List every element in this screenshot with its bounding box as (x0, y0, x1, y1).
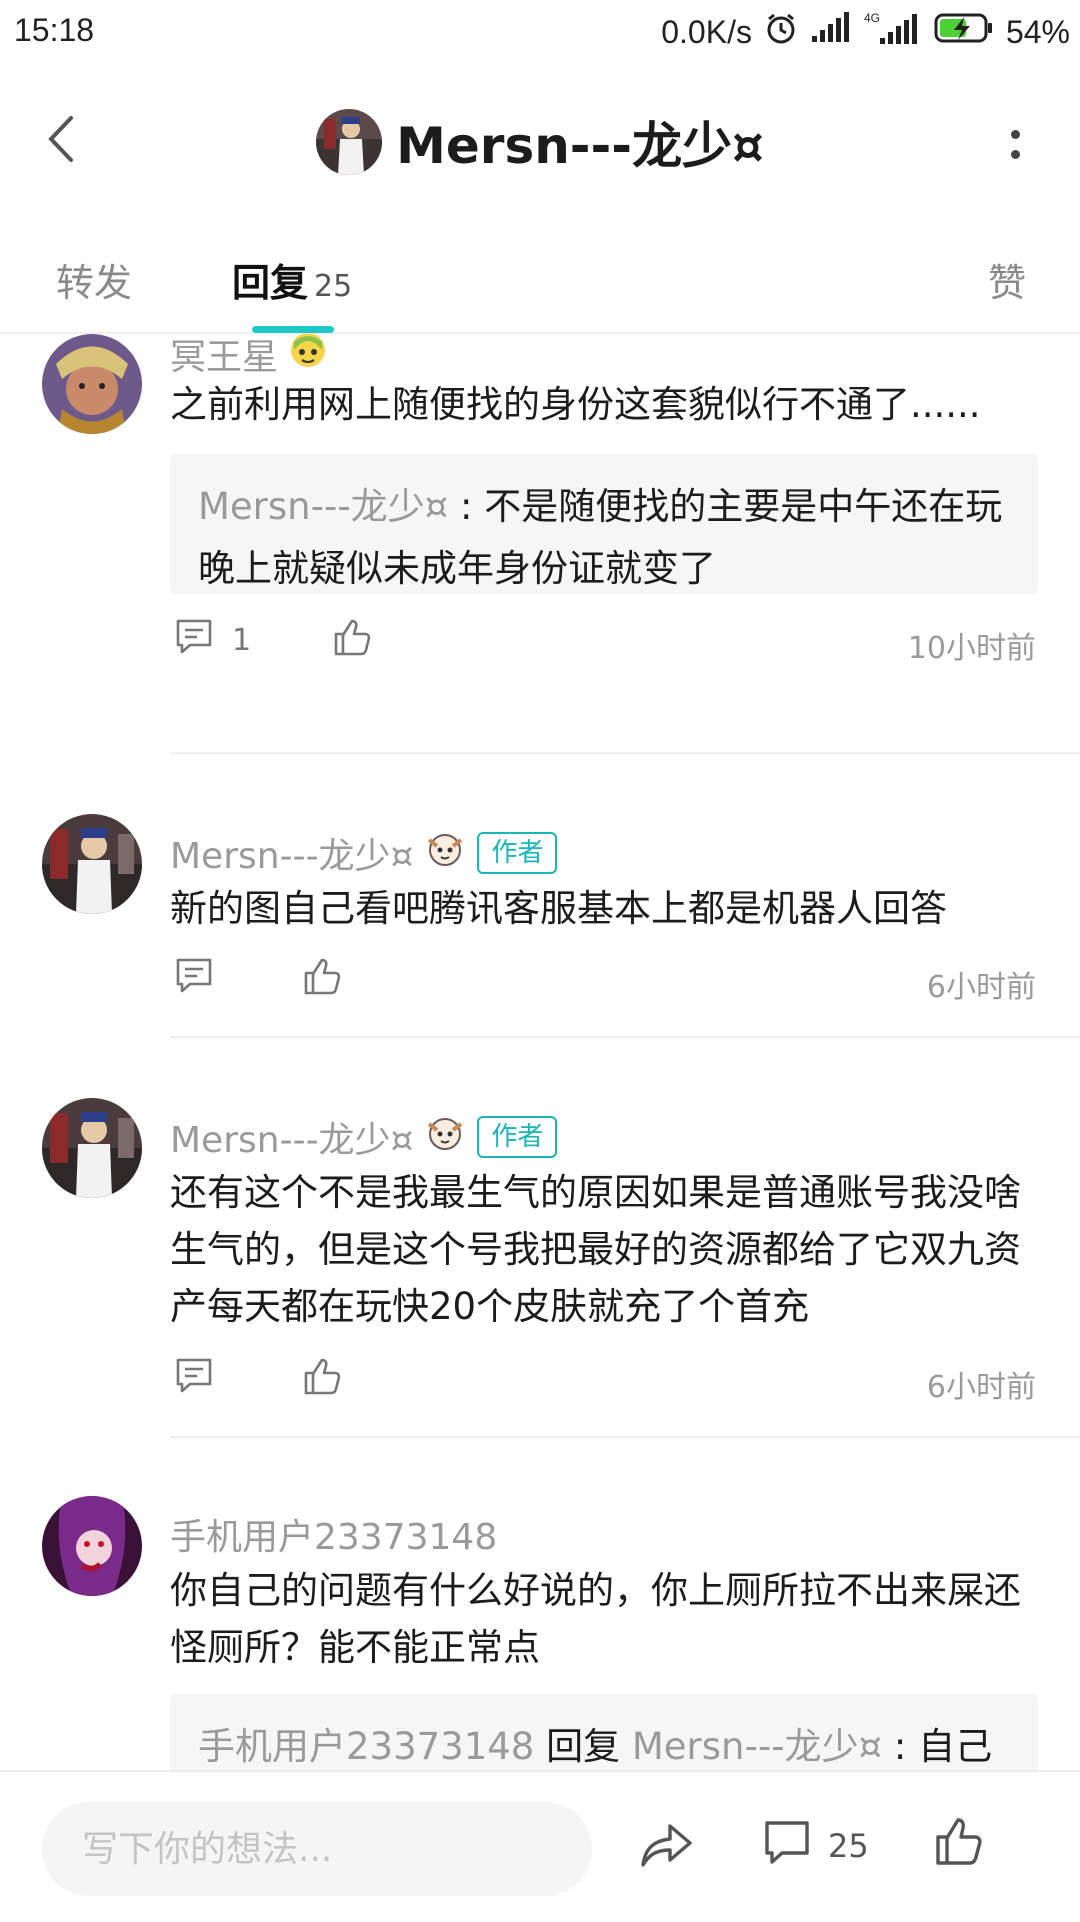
header-title-group[interactable]: Mersn---龙少¤ (0, 106, 1080, 178)
comment-icon (174, 617, 214, 663)
header: Mersn---龙少¤ (0, 66, 1080, 216)
signal-4g-icon: 4G (862, 10, 922, 54)
more-vertical-icon (1010, 129, 1020, 159)
like-button[interactable] (302, 956, 342, 1000)
bottom-bar: 25 (0, 1770, 1080, 1922)
user-badge-icon (423, 826, 467, 879)
comment-icon (762, 1818, 812, 1874)
reply-quote[interactable]: Mersn---龙少¤ : 不是随便找的主要是中午还在玩晚上就疑似未成年身份证就… (170, 454, 1038, 594)
tab-bar: 转发 回复 25 赞 (0, 216, 1080, 334)
comment-input-wrapper[interactable] (42, 1802, 592, 1896)
thumbs-up-icon (934, 1818, 984, 1870)
comment-author[interactable]: 手机用户23373148 (170, 1508, 497, 1560)
tab-forward[interactable]: 转发 (56, 252, 132, 307)
status-time: 15:18 (14, 12, 95, 48)
like-button[interactable] (332, 617, 372, 661)
comment-text: 你自己的问题有什么好说的，你上厕所拉不出来屎还怪厕所？能不能正常点 (170, 1569, 1021, 1669)
quote-author[interactable]: 手机用户23373148 (198, 1725, 534, 1768)
like-button[interactable] (302, 1356, 342, 1400)
comments-button[interactable]: 25 (762, 1818, 869, 1874)
quote-reply-word: 回复 (534, 1725, 632, 1768)
tab-reply-label: 回复 (232, 261, 309, 305)
avatar[interactable] (42, 334, 142, 434)
comment-time: 6小时前 (926, 970, 1036, 1005)
comment-time: 6小时前 (926, 1370, 1036, 1405)
comment-author-name: 手机用户23373148 (170, 1517, 498, 1558)
comment-actions: 6小时前 (170, 956, 1040, 1006)
thumbs-up-icon (332, 619, 372, 661)
reply-count: 1 (232, 622, 252, 658)
quote-target[interactable]: Mersn---龙少¤ (632, 1725, 882, 1768)
page-title: Mersn---龙少¤ (396, 117, 764, 175)
comment-author-name: Mersn---龙少¤ (170, 835, 414, 877)
network-type-label: 4G (864, 11, 880, 25)
comment-author[interactable]: Mersn---龙少¤ 作者 (170, 1110, 558, 1163)
comment-text: 新的图自己看吧腾讯客服基本上都是机器人回答 (170, 887, 947, 930)
status-bar: 15:18 0.0K/s 4G 54% (0, 0, 1080, 66)
quote-separator: : (448, 485, 485, 528)
comment-list: 冥王星 之前利用网上随便找的身份这套貌似行不通了...... Mersn---龙… (0, 334, 1080, 1770)
comment-text: 还有这个不是我最生气的原因如果是普通账号我没啥生气的，但是这个号我把最好的资源都… (170, 1171, 1021, 1328)
avatar[interactable] (316, 109, 383, 175)
alarm-icon (764, 11, 798, 53)
battery-charging-icon (934, 11, 994, 53)
author-badge: 作者 (477, 1115, 558, 1158)
quote-text: 自己 (918, 1725, 993, 1768)
tab-like[interactable]: 赞 (988, 252, 1026, 307)
user-badge-icon (423, 1110, 467, 1163)
thumbs-up-icon (302, 1358, 342, 1400)
tab-indicator (252, 326, 334, 333)
comment-icon (174, 1356, 214, 1402)
comment-item: 手机用户23373148 你自己的问题有什么好说的，你上厕所拉不出来屎还怪厕所？… (0, 1438, 1080, 1770)
comment-time: 10小时前 (907, 631, 1036, 666)
reply-button[interactable] (174, 1356, 214, 1402)
comment-actions: 1 10小时前 (170, 617, 1040, 667)
quote-separator: : (882, 1725, 919, 1768)
tab-reply[interactable]: 回复 25 (232, 252, 352, 307)
comment-text: 之前利用网上随便找的身份这套貌似行不通了...... (170, 383, 981, 426)
author-badge: 作者 (477, 831, 558, 874)
comment-item: 冥王星 之前利用网上随便找的身份这套貌似行不通了...... Mersn---龙… (0, 334, 1080, 754)
share-icon (640, 1824, 694, 1874)
comment-icon (174, 956, 214, 1002)
avatar[interactable] (42, 814, 142, 914)
comment-input[interactable] (42, 1802, 592, 1896)
comment-item: Mersn---龙少¤ 作者 还有这个不是我最生气的原因如果是普通账号我没啥生气… (0, 1038, 1080, 1438)
like-button[interactable] (934, 1816, 984, 1870)
battery-percent: 54% (1005, 13, 1070, 50)
more-button[interactable] (1000, 114, 1030, 174)
thumbs-up-icon (302, 958, 342, 1000)
net-speed: 0.0K/s (661, 13, 752, 50)
comment-count: 25 (828, 1827, 869, 1865)
tab-reply-count: 25 (314, 269, 353, 304)
reply-button[interactable] (174, 956, 214, 1002)
reply-button[interactable]: 1 (174, 617, 251, 663)
status-icons: 0.0K/s 4G 54% (661, 10, 1070, 54)
comment-item: Mersn---龙少¤ 作者 新的图自己看吧腾讯客服基本上都是机器人回答 6小时… (0, 754, 1080, 1038)
signal-icon (810, 12, 850, 52)
quote-author[interactable]: Mersn---龙少¤ (198, 485, 448, 528)
comment-author[interactable]: Mersn---龙少¤ 作者 (170, 826, 558, 879)
comment-actions: 6小时前 (170, 1356, 1040, 1406)
comment-author-name: Mersn---龙少¤ (170, 1119, 414, 1161)
user-badge-icon (288, 334, 328, 379)
reply-quote[interactable]: 手机用户23373148 回复 Mersn---龙少¤ : 自己 (170, 1694, 1038, 1770)
avatar[interactable] (42, 1496, 142, 1596)
share-button[interactable] (640, 1820, 694, 1874)
comment-author[interactable]: 冥王星 (170, 334, 328, 380)
avatar[interactable] (42, 1098, 142, 1198)
comment-author-name: 冥王星 (170, 337, 279, 378)
